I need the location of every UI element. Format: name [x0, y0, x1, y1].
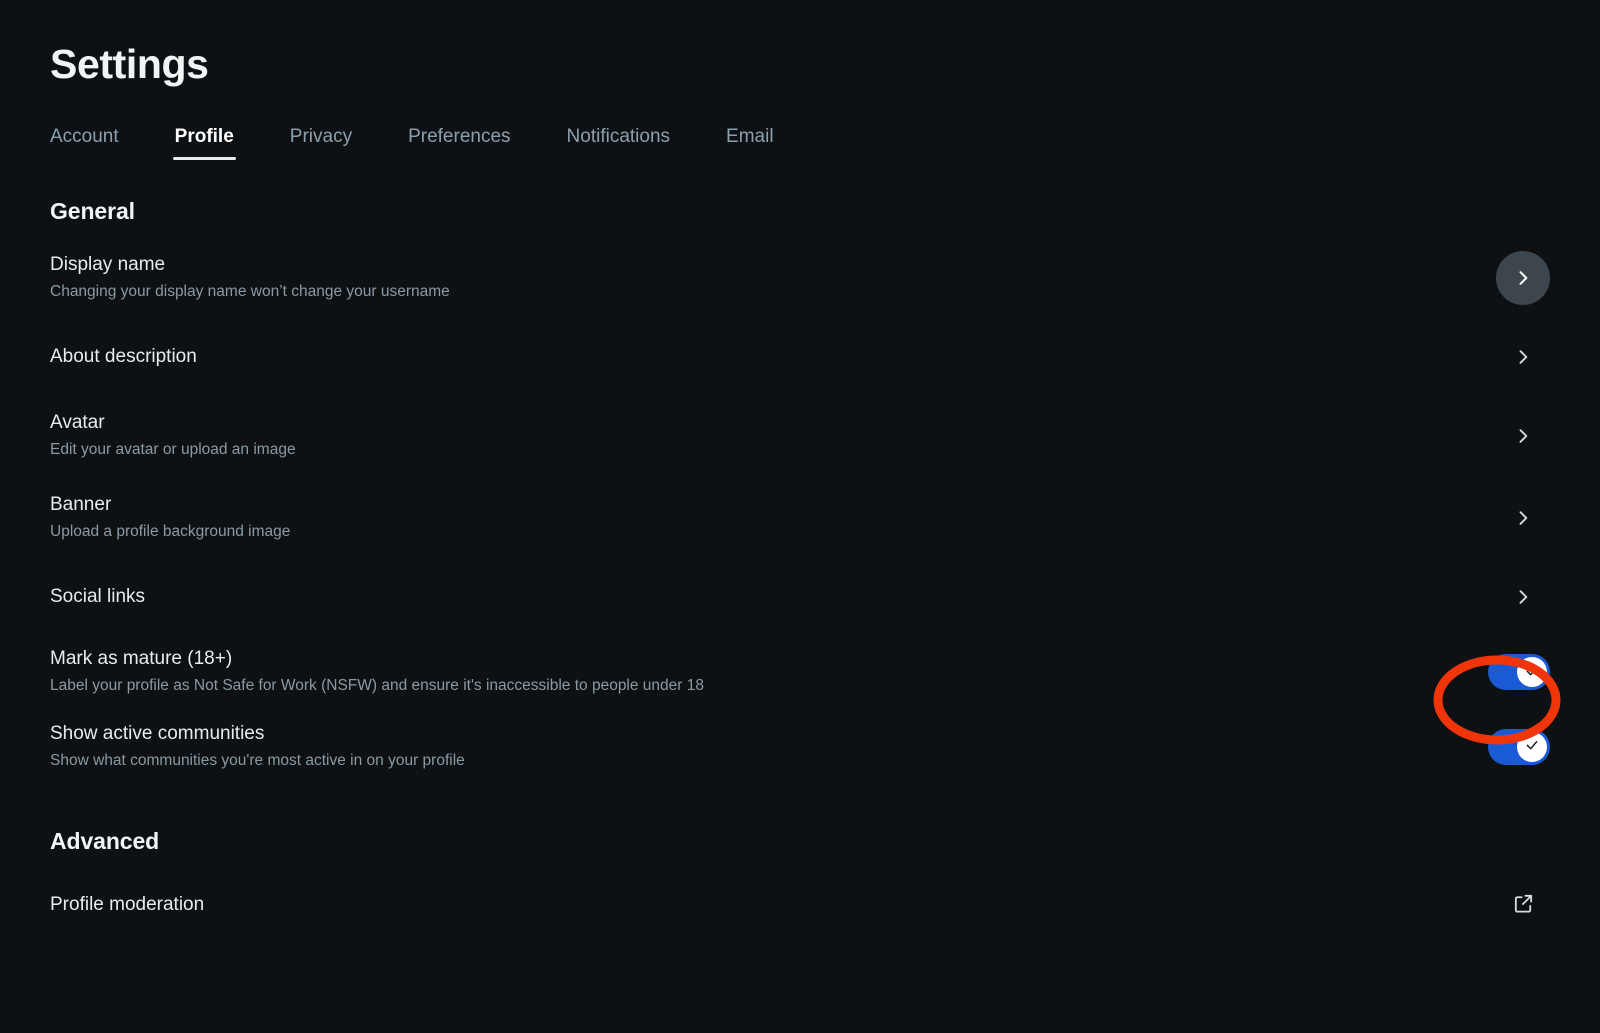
bottom-spacer — [50, 943, 1550, 1003]
row-text: Mark as mature (18+) Label your profile … — [50, 648, 704, 695]
row-text: Profile moderation — [50, 893, 205, 916]
row-display-name[interactable]: Display name Changing your display name … — [50, 237, 1550, 319]
general-rows: Display name Changing your display name … — [50, 237, 1550, 784]
row-description: Upload a profile background image — [50, 522, 291, 540]
row-label: Profile moderation — [50, 893, 205, 915]
row-label: Show active communities — [50, 722, 265, 744]
row-label: About description — [50, 345, 197, 367]
row-text: Social links — [50, 585, 146, 608]
row-control — [1496, 330, 1550, 384]
row-mark-as-mature[interactable]: Mark as mature (18+) Label your profile … — [50, 635, 1550, 709]
row-control — [1496, 878, 1550, 932]
mark-as-mature-toggle[interactable] — [1488, 654, 1550, 691]
row-control — [1488, 654, 1550, 691]
row-control — [1496, 491, 1550, 545]
avatar-chevron-button[interactable] — [1496, 409, 1550, 463]
tab-privacy[interactable]: Privacy — [290, 127, 352, 160]
row-control — [1496, 570, 1550, 624]
tab-email[interactable]: Email — [726, 127, 774, 160]
row-text: Show active communities Show what commun… — [50, 722, 465, 770]
row-description: Show what communities you're most active… — [50, 751, 465, 769]
row-text: Display name Changing your display name … — [50, 253, 450, 301]
about-description-chevron-button[interactable] — [1496, 330, 1550, 384]
row-description: Changing your display name won’t change … — [50, 282, 450, 300]
row-label: Banner — [50, 493, 112, 515]
row-description: Edit your avatar or upload an image — [50, 440, 296, 458]
row-label: Social links — [50, 585, 146, 607]
row-avatar[interactable]: Avatar Edit your avatar or upload an ima… — [50, 395, 1550, 477]
advanced-rows: Profile moderation — [50, 867, 1550, 943]
tab-notifications[interactable]: Notifications — [567, 127, 671, 160]
row-control — [1496, 409, 1550, 463]
settings-tabs: Account Profile Privacy Preferences Noti… — [50, 114, 1550, 161]
section-heading-general: General — [50, 198, 135, 225]
chevron-right-icon — [1513, 508, 1533, 528]
settings-page: Settings Account Profile Privacy Prefere… — [0, 0, 1600, 1033]
row-profile-moderation[interactable]: Profile moderation — [50, 867, 1550, 943]
check-icon — [1524, 663, 1540, 682]
check-icon — [1524, 737, 1540, 756]
chevron-right-icon — [1513, 426, 1533, 446]
row-text: Avatar Edit your avatar or upload an ima… — [50, 411, 296, 459]
tab-account[interactable]: Account — [50, 127, 119, 160]
row-show-active-communities[interactable]: Show active communities Show what commun… — [50, 710, 1550, 784]
row-control — [1488, 728, 1550, 765]
tab-profile[interactable]: Profile — [172, 127, 236, 161]
row-control — [1496, 251, 1550, 306]
row-text: About description — [50, 345, 197, 368]
row-social-links[interactable]: Social links — [50, 559, 1550, 635]
chevron-right-icon — [1513, 347, 1533, 367]
toggle-knob — [1517, 657, 1547, 688]
row-about-description[interactable]: About description — [50, 319, 1550, 395]
row-label: Display name — [50, 253, 166, 275]
row-description: Label your profile as Not Safe for Work … — [50, 677, 704, 695]
social-links-chevron-button[interactable] — [1496, 570, 1550, 624]
external-link-icon — [1512, 892, 1535, 918]
page-title: Settings — [50, 41, 209, 87]
row-label: Mark as mature (18+) — [50, 648, 233, 670]
row-text: Banner Upload a profile background image — [50, 493, 291, 541]
show-active-communities-toggle[interactable] — [1488, 728, 1550, 765]
tab-preferences[interactable]: Preferences — [408, 127, 510, 160]
row-banner[interactable]: Banner Upload a profile background image — [50, 477, 1550, 559]
row-label: Avatar — [50, 411, 105, 433]
profile-moderation-external-link-button[interactable] — [1496, 878, 1550, 932]
display-name-chevron-button[interactable] — [1496, 251, 1550, 306]
toggle-knob — [1517, 731, 1547, 762]
banner-chevron-button[interactable] — [1496, 491, 1550, 545]
section-heading-advanced: Advanced — [50, 828, 160, 855]
chevron-right-icon — [1513, 587, 1533, 607]
chevron-right-icon — [1513, 268, 1533, 288]
